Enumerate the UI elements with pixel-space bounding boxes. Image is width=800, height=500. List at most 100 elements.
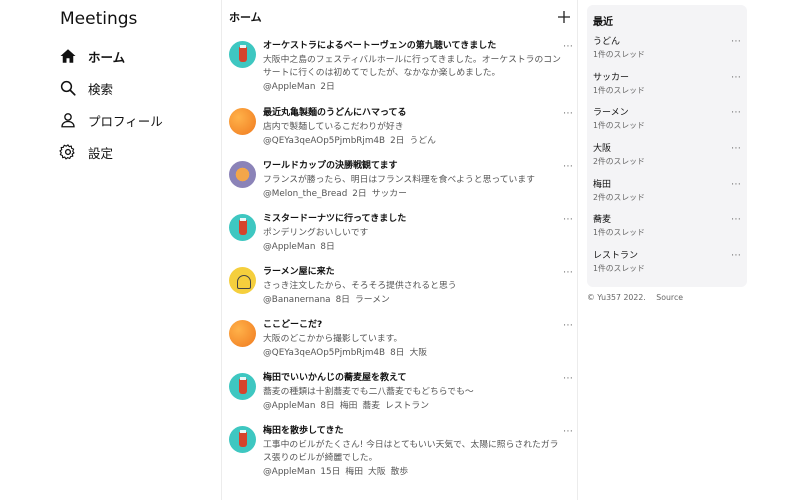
post-item[interactable]: オーケストラによるベートーヴェンの第九聴いてきました大阪中之島のフェスティバルホ… <box>229 36 573 103</box>
post-item[interactable]: ミスタードーナツに行ってきました ポンデリングおいしいです @AppleMan 8日 ⋯ <box>229 209 573 262</box>
nav-item-search[interactable]: 検索 <box>58 72 163 104</box>
more-options-icon[interactable]: ⋯ <box>563 214 573 225</box>
app-title: Meetings <box>60 9 138 29</box>
more-options-icon[interactable]: ⋯ <box>563 426 573 437</box>
post-text: 店内で製麺しているこだわりが好き <box>263 122 404 132</box>
post-meta: @AppleMan 8日 梅田 蕎麦 レストラン <box>263 400 563 413</box>
post-tag[interactable]: サッカー <box>372 189 407 199</box>
post-tag[interactable]: 大阪 <box>409 348 427 358</box>
recent-panel: 最近 うどん 1件のスレッド ⋯ サッカー 1件のスレッド ⋯ ラーメン 1件のスレッド ⋯ 大阪… <box>587 5 747 287</box>
source-link[interactable]: Source <box>656 293 683 302</box>
post-text: 大阪中之島のフェスティバルホールに行ってきました。オーケストラのコンサートに行く… <box>263 55 561 78</box>
post-title: オーケストラによるベートーヴェンの第九聴いてきました <box>263 41 497 51</box>
avatar[interactable] <box>229 267 256 294</box>
nav-item-home[interactable]: ホーム <box>58 40 163 72</box>
new-post-button[interactable] <box>557 10 571 24</box>
more-options-icon[interactable]: ⋯ <box>731 36 741 47</box>
recent-item[interactable]: レストラン 1件のスレッド ⋯ <box>593 250 741 286</box>
recent-item[interactable]: 蕎麦 1件のスレッド ⋯ <box>593 214 741 250</box>
avatar[interactable] <box>229 161 256 188</box>
avatar[interactable] <box>229 108 256 135</box>
home-icon <box>58 46 78 66</box>
post-user[interactable]: @QEYa3qeAOp5PjmbRjm4B <box>263 136 385 146</box>
recent-item[interactable]: 大阪 2件のスレッド ⋯ <box>593 143 741 179</box>
more-options-icon[interactable]: ⋯ <box>731 179 741 190</box>
drink-icon <box>239 218 247 235</box>
avatar[interactable] <box>229 214 256 241</box>
post-tag[interactable]: うどん <box>409 136 435 146</box>
post-item[interactable]: ここどーこだ? 大阪のどこかから撮影しています。 @QEYa3qeAOp5PjmbR… <box>229 315 573 368</box>
recent-item-count: 1件のスレッド <box>593 85 645 95</box>
post-tag[interactable]: 大阪 <box>368 467 386 477</box>
post-tag[interactable]: 梅田 <box>340 401 358 411</box>
recent-item[interactable]: ラーメン 1件のスレッド ⋯ <box>593 107 741 143</box>
recent-list: うどん 1件のスレッド ⋯ サッカー 1件のスレッド ⋯ ラーメン 1件のスレッド ⋯ 大阪 2件の… <box>593 36 741 286</box>
post-time: 2日 <box>352 189 367 199</box>
post-tag[interactable]: レストラン <box>385 401 429 411</box>
more-options-icon[interactable]: ⋯ <box>563 161 573 172</box>
post-text: さっき注文したから、そろそろ提供されると思う <box>263 281 457 291</box>
more-options-icon[interactable]: ⋯ <box>563 41 573 52</box>
more-options-icon[interactable]: ⋯ <box>563 267 573 278</box>
more-options-icon[interactable]: ⋯ <box>731 250 741 261</box>
avatar[interactable] <box>229 373 256 400</box>
post-user[interactable]: @Melon_the_Bread <box>263 189 347 199</box>
post-item[interactable]: ラーメン屋に来た さっき注文したから、そろそろ提供されると思う @Bananerna… <box>229 262 573 315</box>
page-title: ホーム <box>229 11 262 24</box>
avatar[interactable] <box>229 426 256 453</box>
post-item[interactable]: 梅田を散歩してきた 工事中のビルがたくさん! 今日はとてもいい天気で、太陽に照らさ… <box>229 421 573 488</box>
post-body: ラーメン屋に来た さっき注文したから、そろそろ提供されると思う @Bananerna… <box>263 262 563 307</box>
post-time: 8日 <box>335 295 350 305</box>
post-meta: @QEYa3qeAOp5PjmbRjm4B 8日 大阪 <box>263 347 563 360</box>
post-meta: @AppleMan 2日 <box>263 81 563 94</box>
main-nav: ホーム 検索 プロフィール 設定 <box>58 40 163 168</box>
post-time: 8日 <box>320 401 335 411</box>
post-body: 梅田を散歩してきた 工事中のビルがたくさん! 今日はとてもいい天気で、太陽に照らさ… <box>263 421 563 479</box>
more-options-icon[interactable]: ⋯ <box>731 107 741 118</box>
post-item[interactable]: 最近丸亀製麺のうどんにハマってる 店内で製麺しているこだわりが好き @QEYa3qe… <box>229 103 573 156</box>
footer: © Yu357 2022. Source <box>587 293 683 302</box>
more-options-icon[interactable]: ⋯ <box>563 320 573 331</box>
post-meta: @QEYa3qeAOp5PjmbRjm4B 2日 うどん <box>263 135 563 148</box>
post-time: 15日 <box>320 467 341 477</box>
avatar[interactable] <box>229 41 256 68</box>
more-options-icon[interactable]: ⋯ <box>731 214 741 225</box>
post-tag[interactable]: 散歩 <box>391 467 409 477</box>
post-tag[interactable]: ラーメン <box>355 295 390 305</box>
plus-icon <box>558 11 570 23</box>
post-item[interactable]: 梅田でいいかんじの蕎麦屋を教えて 蕎麦の種類は十割蕎麦でも二八蕎麦でもどちらでも〜… <box>229 368 573 421</box>
post-body: 最近丸亀製麺のうどんにハマってる 店内で製麺しているこだわりが好き @QEYa3qe… <box>263 103 563 148</box>
post-user[interactable]: @AppleMan <box>263 467 315 477</box>
post-tag[interactable]: 蕎麦 <box>362 401 380 411</box>
post-user[interactable]: @AppleMan <box>263 82 315 92</box>
post-time: 2日 <box>320 82 335 92</box>
post-title: ミスタードーナツに行ってきました <box>263 214 407 224</box>
post-tag[interactable]: 梅田 <box>345 467 363 477</box>
post-meta: @AppleMan 15日 梅田 大阪 散歩 <box>263 466 563 479</box>
more-options-icon[interactable]: ⋯ <box>731 72 741 83</box>
more-options-icon[interactable]: ⋯ <box>731 143 741 154</box>
post-body: 梅田でいいかんじの蕎麦屋を教えて 蕎麦の種類は十割蕎麦でも二八蕎麦でもどちらでも〜… <box>263 368 563 413</box>
post-item[interactable]: ワールドカップの決勝戦観てます フランスが勝ったら、明日はフランス料理を食べようと… <box>229 156 573 209</box>
post-user[interactable]: @QEYa3qeAOp5PjmbRjm4B <box>263 348 385 358</box>
recent-item[interactable]: サッカー 1件のスレッド ⋯ <box>593 72 741 108</box>
post-meta: @Bananernana 8日 ラーメン <box>263 294 563 307</box>
avatar[interactable] <box>229 320 256 347</box>
post-title: 最近丸亀製麺のうどんにハマってる <box>263 108 407 118</box>
divider <box>221 0 222 500</box>
post-user[interactable]: @AppleMan <box>263 401 315 411</box>
recent-item[interactable]: うどん 1件のスレッド ⋯ <box>593 36 741 72</box>
post-feed: オーケストラによるベートーヴェンの第九聴いてきました大阪中之島のフェスティバルホ… <box>229 36 573 488</box>
nav-item-settings[interactable]: 設定 <box>58 136 163 168</box>
post-user[interactable]: @AppleMan <box>263 242 315 252</box>
nav-item-label: プロフィール <box>88 113 163 129</box>
post-text: 蕎麦の種類は十割蕎麦でも二八蕎麦でもどちらでも〜 <box>263 387 474 397</box>
post-body: ワールドカップの決勝戦観てます フランスが勝ったら、明日はフランス料理を食べようと… <box>263 156 563 201</box>
recent-item[interactable]: 梅田 2件のスレッド ⋯ <box>593 179 741 215</box>
post-user[interactable]: @Bananernana <box>263 295 331 305</box>
more-options-icon[interactable]: ⋯ <box>563 108 573 119</box>
more-options-icon[interactable]: ⋯ <box>563 373 573 384</box>
nav-item-profile[interactable]: プロフィール <box>58 104 163 136</box>
post-body: オーケストラによるベートーヴェンの第九聴いてきました大阪中之島のフェスティバルホ… <box>263 36 563 94</box>
recent-item-name: サッカー <box>593 72 630 83</box>
